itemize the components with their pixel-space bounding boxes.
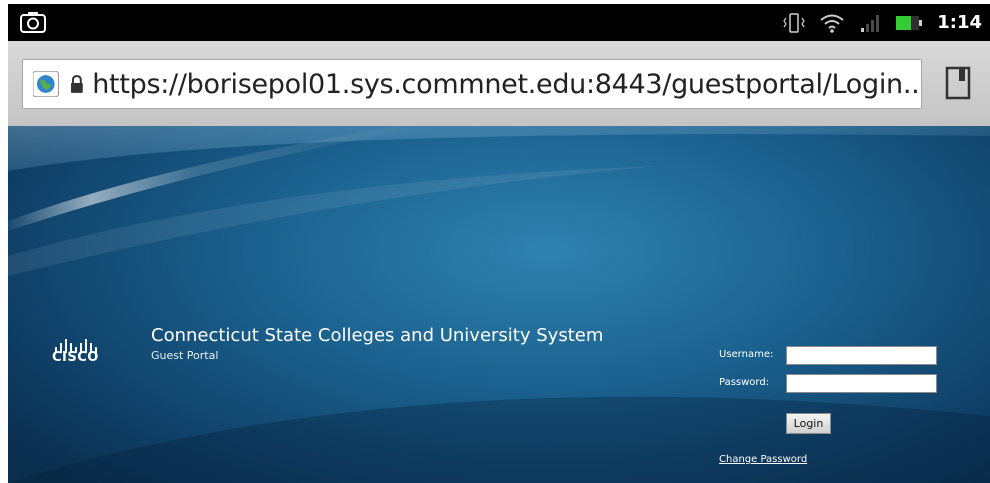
bookmarks-icon[interactable] <box>944 65 972 101</box>
portal-subtitle: Guest Portal <box>151 349 219 362</box>
password-input[interactable] <box>786 374 937 393</box>
portal-title: Connecticut State Colleges and Universit… <box>151 325 604 346</box>
lock-icon <box>70 75 83 93</box>
status-icons: 1:14 <box>783 4 982 41</box>
change-password-link[interactable]: Change Password <box>719 454 807 465</box>
username-input[interactable] <box>786 346 937 365</box>
signal-icon <box>861 14 880 32</box>
browser-url-bar: https://borisepol01.sys.commnet.edu:8443… <box>8 41 990 126</box>
password-label: Password: <box>719 377 770 388</box>
guest-portal-page: CISCO Connecticut State Colleges and Uni… <box>8 126 990 483</box>
wifi-icon <box>820 14 844 33</box>
status-bar: 1:14 <box>8 4 990 41</box>
vibrate-icon <box>783 12 805 33</box>
login-button[interactable]: Login <box>786 413 831 434</box>
globe-icon[interactable] <box>33 71 59 97</box>
camera-icon[interactable] <box>20 11 46 33</box>
background-swoosh <box>8 126 990 483</box>
battery-icon <box>896 15 923 30</box>
url-text[interactable]: https://borisepol01.sys.commnet.edu:8443… <box>92 69 921 100</box>
url-field[interactable]: https://borisepol01.sys.commnet.edu:8443… <box>22 59 922 109</box>
username-label: Username: <box>719 349 774 360</box>
clock: 1:14 <box>937 12 982 33</box>
cisco-wordmark: CISCO <box>52 350 99 365</box>
